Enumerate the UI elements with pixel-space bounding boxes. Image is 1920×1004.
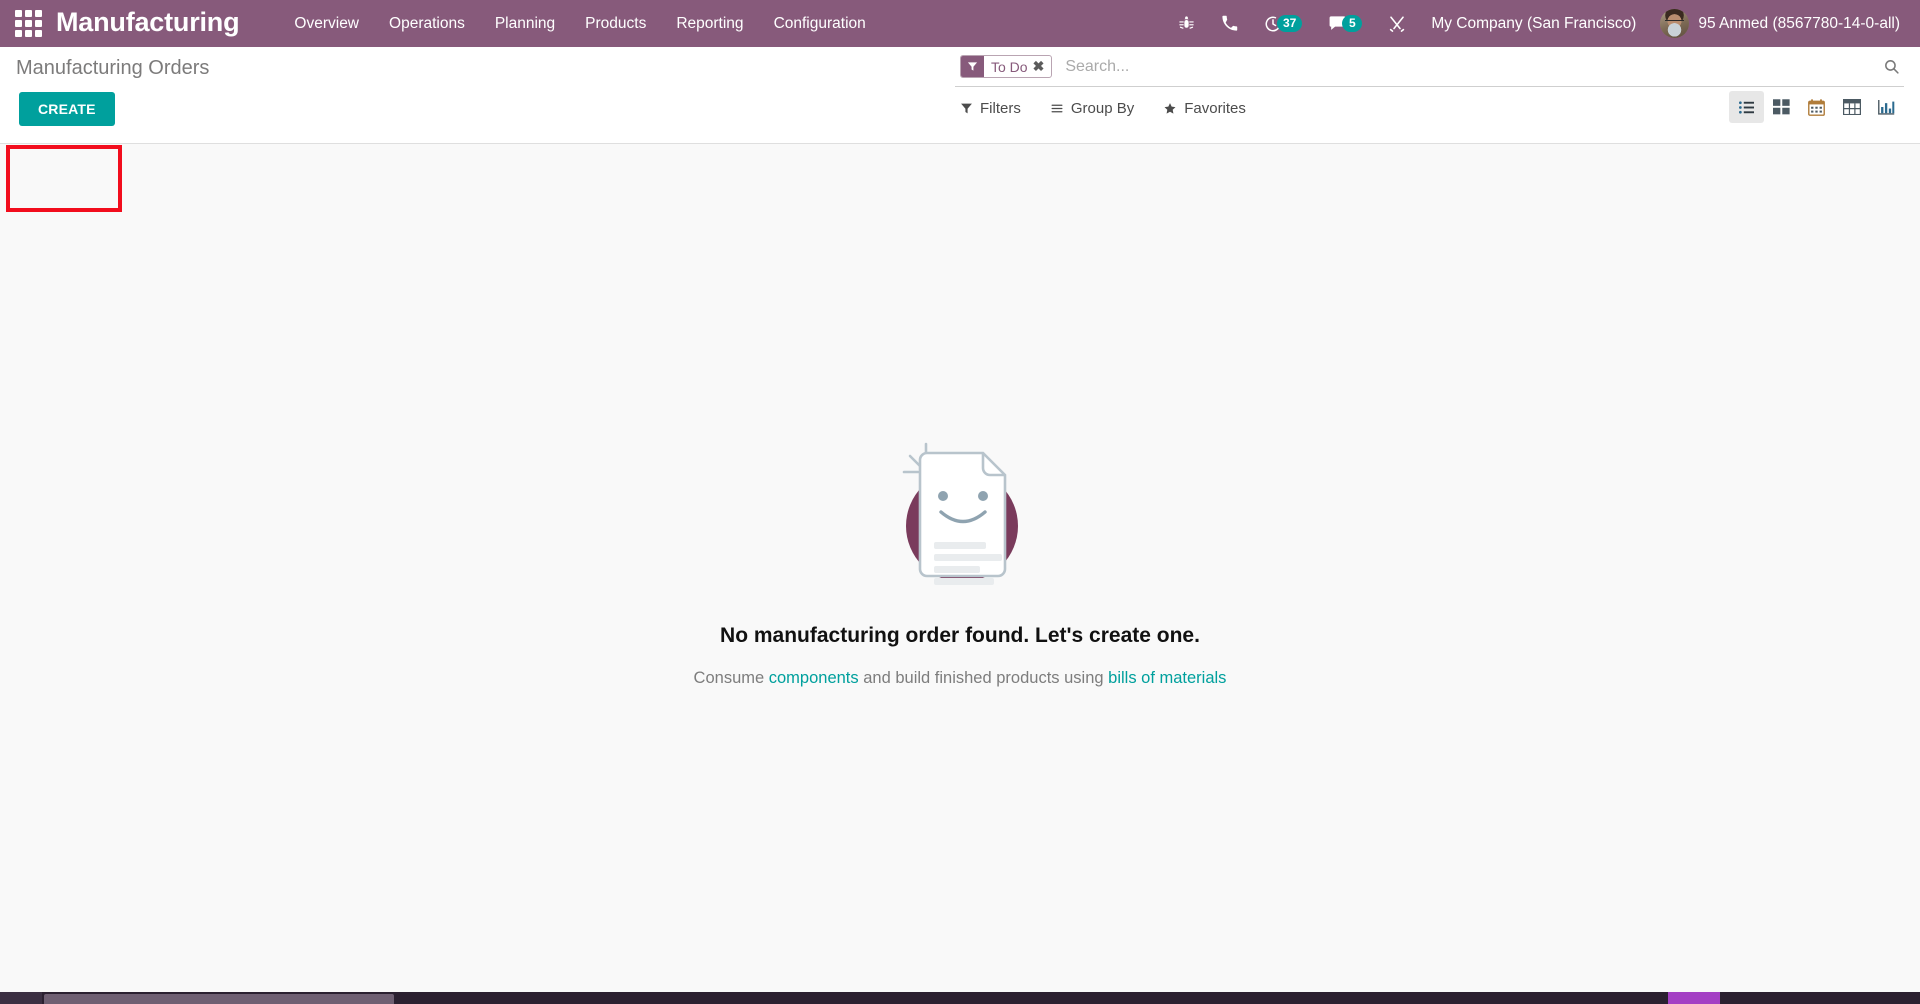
company-switcher[interactable]: My Company (San Francisco): [1419, 15, 1648, 33]
developer-tools-button[interactable]: [1375, 0, 1419, 47]
funnel-icon: [961, 103, 972, 113]
phone-icon: [1222, 15, 1238, 31]
search-bar[interactable]: To Do ✖: [955, 47, 1904, 87]
search-facet-label: To Do: [991, 58, 1028, 75]
filter-funnel-icon: [961, 56, 984, 77]
user-name-label: 95 Anmed (8567780-14-0-all): [1698, 14, 1900, 32]
activities-button[interactable]: 37: [1251, 0, 1315, 47]
filters-label: Filters: [980, 99, 1021, 117]
empty-sub-text-middle: and build finished products using: [858, 669, 1109, 687]
menu-item-configuration[interactable]: Configuration: [759, 9, 881, 39]
taskbar-active-indicator[interactable]: [1668, 992, 1720, 1004]
menu-item-planning[interactable]: Planning: [480, 9, 570, 39]
pivot-view-button[interactable]: [1834, 91, 1869, 123]
empty-state-subtitle: Consume components and build finished pr…: [694, 669, 1227, 688]
group-by-label: Group By: [1070, 99, 1135, 117]
bug-report-button[interactable]: [1165, 0, 1208, 47]
graph-view-button[interactable]: [1869, 91, 1904, 123]
pivot-table-icon: [1842, 99, 1861, 115]
main-menu: Overview Operations Planning Products Re…: [279, 9, 880, 39]
search-panel: To Do ✖ Filters Group By: [955, 47, 1920, 129]
star-icon: [1164, 102, 1176, 114]
messages-button[interactable]: 5: [1315, 0, 1375, 47]
bug-icon: [1179, 16, 1194, 29]
taskbar-tray: [1720, 992, 1920, 1004]
apps-grid-icon: [14, 10, 42, 37]
control-panel: Manufacturing Orders CREATE To Do ✖ Sear…: [0, 47, 1920, 212]
apps-menu-button[interactable]: [0, 0, 56, 47]
phone-voip-button[interactable]: [1208, 0, 1251, 47]
calendar-view-button[interactable]: [1799, 91, 1834, 123]
empty-state-title: No manufacturing order found. Let's crea…: [720, 624, 1200, 647]
search-options-row: Filters Group By Favorites: [955, 87, 1904, 129]
create-button-wrapper: CREATE: [19, 92, 115, 126]
menu-item-products[interactable]: Products: [570, 9, 661, 39]
os-taskbar: [0, 992, 1920, 1004]
menu-item-operations[interactable]: Operations: [374, 9, 480, 39]
filters-dropdown-button[interactable]: Filters: [960, 100, 1021, 117]
main-content-area: No manufacturing order found. Let's crea…: [0, 144, 1920, 1004]
navbar-systray: 37 5 My Company (San Francisco) 95 Anmed…: [1165, 0, 1920, 47]
favorites-label: Favorites: [1184, 99, 1246, 117]
smiling-document-icon: [902, 442, 1018, 585]
search-facet-todo[interactable]: To Do ✖: [960, 55, 1053, 78]
search-icon[interactable]: [1873, 58, 1904, 75]
list-view-button[interactable]: [1729, 91, 1764, 123]
create-button[interactable]: CREATE: [19, 92, 115, 126]
empty-sub-text-before: Consume: [693, 669, 769, 687]
favorites-dropdown-button[interactable]: Favorites: [1163, 100, 1246, 117]
calendar-icon: [1808, 98, 1825, 116]
group-by-dropdown-button[interactable]: Group By: [1050, 100, 1134, 117]
taskbar-launcher[interactable]: [0, 992, 42, 1004]
top-navbar: Manufacturing Overview Operations Planni…: [0, 0, 1920, 47]
messages-count-badge: 5: [1342, 15, 1363, 32]
activities-count-badge: 37: [1276, 15, 1303, 32]
user-menu[interactable]: 95 Anmed (8567780-14-0-all): [1648, 9, 1906, 38]
components-link[interactable]: components: [769, 669, 859, 687]
taskbar-spacer: [394, 992, 1668, 1004]
menu-item-reporting[interactable]: Reporting: [661, 9, 758, 39]
kanban-view-button[interactable]: [1764, 91, 1799, 123]
kanban-icon: [1773, 99, 1790, 115]
tools-icon: [1390, 15, 1405, 32]
user-avatar: [1660, 9, 1690, 38]
search-input[interactable]: [1061, 57, 1873, 76]
view-switcher: [1729, 91, 1904, 123]
bills-of-materials-link[interactable]: bills of materials: [1108, 669, 1226, 687]
page-title: Manufacturing Orders: [16, 57, 210, 79]
hamburger-icon: [1051, 104, 1063, 112]
app-brand-title[interactable]: Manufacturing: [56, 7, 240, 40]
menu-item-overview[interactable]: Overview: [279, 9, 374, 39]
list-icon: [1739, 100, 1754, 114]
taskbar-window-item[interactable]: [44, 994, 394, 1004]
bar-chart-icon: [1878, 100, 1895, 115]
search-facet-remove-icon[interactable]: ✖: [1033, 56, 1052, 77]
